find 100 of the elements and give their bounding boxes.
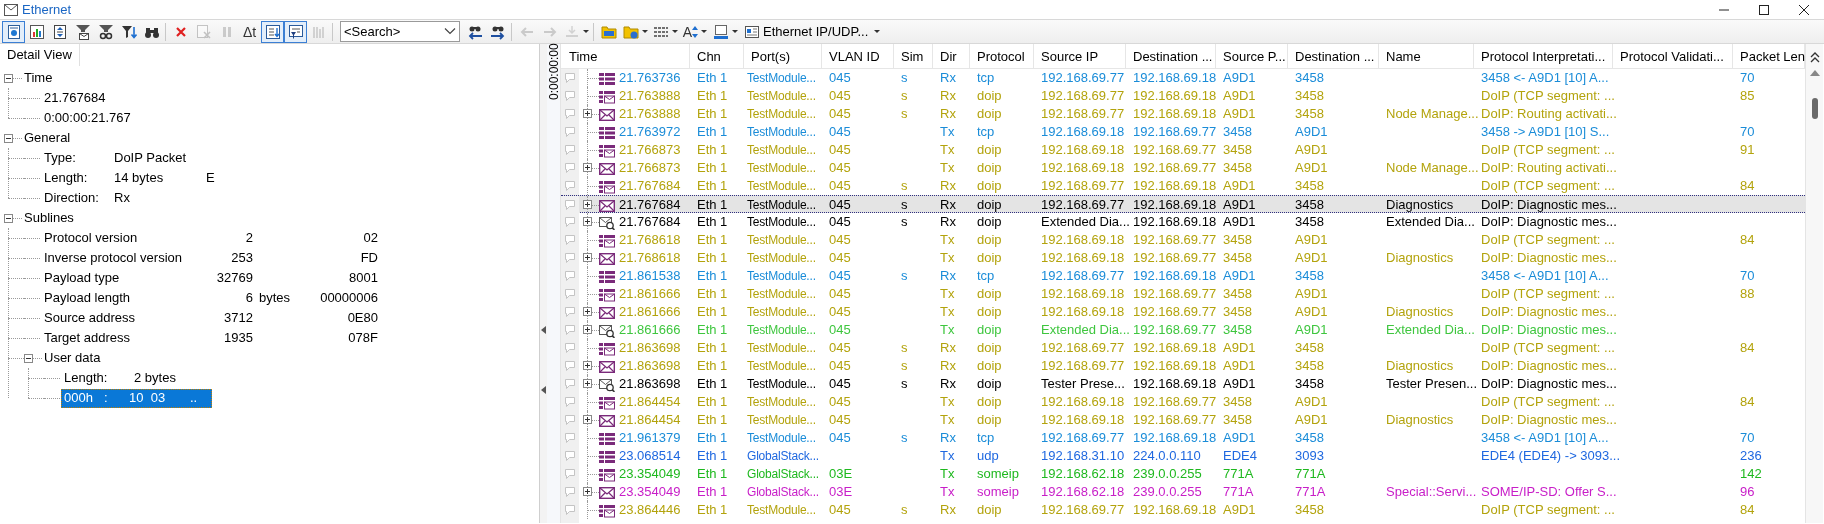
toolbar-button[interactable]: Δt: [238, 20, 261, 43]
tree-node-label[interactable]: User data: [44, 348, 101, 368]
raw-value: FD: [360, 250, 378, 266]
destination-port-cell: A9D1: [1295, 393, 1328, 411]
time-cell: 21.861666: [619, 285, 681, 303]
destination-port-cell: A9D1: [1295, 159, 1328, 177]
port-cell-text: TestModule...: [747, 197, 816, 214]
toolbar-button[interactable]: [284, 20, 307, 43]
destination-port-cell: A9D1: [1295, 141, 1328, 159]
comment-icon: [564, 504, 576, 516]
expand-icon[interactable]: [583, 361, 592, 370]
unit-label: bytes: [259, 290, 291, 306]
port-cell-text: TestModule...: [747, 286, 816, 303]
interpretation-cell: EDE4 (EDE4) -> 3093...: [1481, 447, 1621, 465]
name-cell: Diagnostics: [1386, 249, 1454, 267]
comment-icon: [564, 270, 576, 282]
protocol-cell: tcp: [977, 267, 995, 285]
collapse-icon[interactable]: [4, 133, 13, 143]
source-ip-cell: 192.168.62.18: [1041, 483, 1125, 501]
tree-node-label[interactable]: Sublines: [24, 208, 74, 228]
protocol-menu-button[interactable]: Ethernet IP/UDP...: [740, 20, 885, 43]
expand-icon[interactable]: [583, 487, 592, 496]
toolbar-button[interactable]: [261, 20, 284, 43]
search-field[interactable]: <Search>: [340, 21, 460, 42]
destination-ip-cell: 192.168.69.77: [1133, 141, 1217, 159]
expand-icon[interactable]: [583, 217, 592, 226]
collapse-icon[interactable]: [24, 353, 33, 363]
selected-data-row[interactable]: 000h : 10 03 ..: [61, 388, 212, 408]
source-port-cell: A9D1: [1223, 339, 1256, 357]
envelope-magnifier-icon: [599, 215, 615, 230]
maximize-icon: [1758, 3, 1770, 16]
filter-envelope-icon: [74, 23, 91, 40]
size-arrows-icon: [692, 25, 699, 38]
time-cell: 21.768618: [619, 249, 681, 267]
expand-icon[interactable]: [583, 325, 592, 334]
comment-icon: [564, 72, 576, 84]
protocol-cell: doip: [977, 339, 1002, 357]
sim-cell: s: [901, 267, 908, 285]
source-ip-cell: 192.168.69.77: [1041, 196, 1125, 214]
interpretation-cell: DoIP (TCP segment: ...: [1481, 285, 1615, 303]
source-ip-cell: Tester Prese...: [1041, 375, 1125, 393]
channel-cell: Eth 1: [697, 321, 728, 339]
vlan-cell: 045: [829, 213, 851, 231]
vlan-cell: 045: [829, 411, 851, 429]
time-cell: 21.863698: [619, 339, 681, 357]
destination-port-cell: A9D1: [1295, 249, 1328, 267]
expand-icon[interactable]: [583, 307, 592, 316]
envelope-icon: [599, 413, 615, 428]
channel-cell: Eth 1: [697, 357, 728, 375]
expand-icon[interactable]: [583, 163, 592, 172]
toolbar-button[interactable]: [2, 20, 25, 43]
channel-cell: Eth 1: [697, 213, 728, 231]
source-port-cell: 3458: [1223, 285, 1252, 303]
source-ip-cell: 192.168.69.18: [1041, 285, 1125, 303]
vlan-cell: 045: [829, 196, 851, 214]
port-cell-text: GlobalStack...: [747, 484, 819, 501]
packet-length-cell: 84: [1740, 501, 1755, 519]
port-cell-text: GlobalStack...: [747, 448, 819, 465]
sim-cell: s: [901, 357, 908, 375]
expand-icon[interactable]: [583, 253, 592, 262]
packet-length-cell: 70: [1740, 429, 1755, 447]
vlan-cell: 045: [829, 141, 851, 159]
source-ip-cell: 192.168.69.18: [1041, 249, 1125, 267]
direction-cell: Tx: [940, 159, 955, 177]
comment-icon: [564, 342, 576, 354]
destination-ip-cell: 192.168.69.77: [1133, 159, 1217, 177]
expand-icon[interactable]: [583, 109, 592, 118]
raw-value: 00000006: [320, 290, 378, 306]
source-port-cell: A9D1: [1223, 69, 1256, 87]
expand-icon[interactable]: [583, 415, 592, 424]
tree-node-label[interactable]: Time: [24, 68, 53, 88]
time-cell: 21.863698: [619, 357, 681, 375]
collapse-icon[interactable]: [4, 73, 13, 83]
name-cell: Node Manage...: [1386, 159, 1479, 177]
stacked-bars-icon: [599, 431, 615, 446]
expand-icon[interactable]: [583, 379, 592, 388]
field-value: DoIP Packet: [114, 149, 188, 168]
folder-icon: [600, 23, 617, 40]
destination-port-cell: A9D1: [1295, 411, 1328, 429]
port-cell-text: TestModule...: [747, 88, 816, 105]
comment-icon: [564, 414, 576, 426]
interpretation-cell: DoIP (TCP segment: ...: [1481, 141, 1615, 159]
direction-cell: Tx: [940, 321, 955, 339]
expand-icon[interactable]: [583, 200, 592, 209]
protocol-cell: doip: [977, 196, 1002, 214]
field-value: 6: [245, 290, 253, 306]
channel-cell: Eth 1: [697, 159, 728, 177]
sim-cell: s: [901, 177, 908, 195]
port-cell-text: TestModule...: [747, 358, 816, 375]
scrollbar-thumb[interactable]: [1811, 98, 1818, 119]
table-row[interactable]: 21.767684 Eth 1 TestModule... 045 s Rx doip 192.168.69.77 192.168.69.18 A9D1 3458 Diagnostics DoIP: Diagnostic mes...: [561, 195, 1805, 213]
envelope-magnifier-icon: [599, 377, 615, 392]
direction-cell: Tx: [940, 483, 955, 501]
tree-node-label[interactable]: General: [24, 128, 71, 148]
collapse-icon[interactable]: [4, 213, 13, 223]
font-size-button[interactable]: A: [680, 20, 710, 43]
comment-icon: [564, 234, 576, 246]
bars-envelope-icon: [599, 233, 615, 248]
channel-cell: Eth 1: [697, 447, 728, 465]
envelope-icon: [4, 3, 18, 16]
